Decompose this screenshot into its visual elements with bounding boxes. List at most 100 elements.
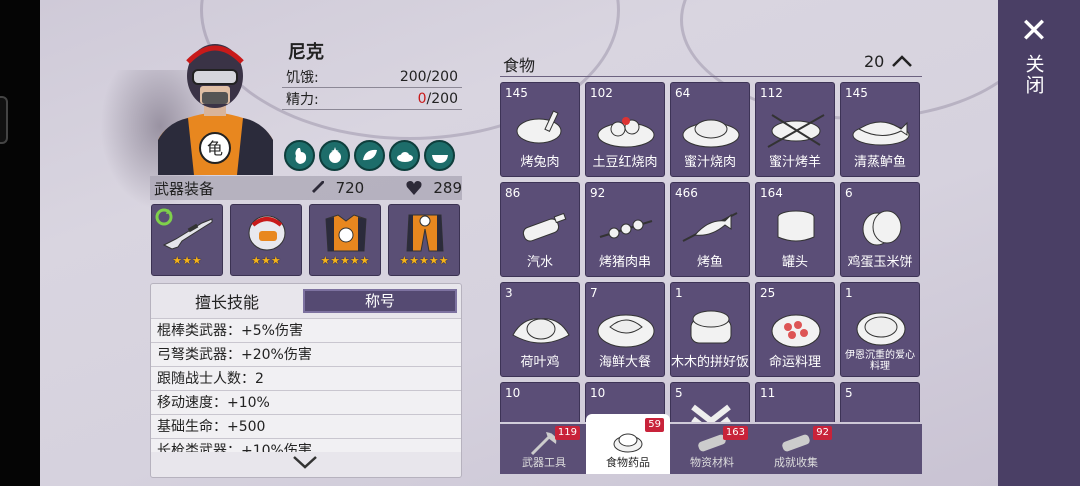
item-name: 汽水	[526, 255, 553, 270]
lotus-chicken-icon	[512, 318, 570, 344]
food-item[interactable]: 466 烤鱼	[670, 182, 750, 277]
item-count: 10	[505, 386, 521, 400]
item-count: 145	[505, 86, 528, 100]
log-collection-icon	[782, 434, 810, 452]
food-item[interactable]: 1 伊恩沉重的爱心料理	[840, 282, 920, 377]
item-count: 64	[675, 86, 691, 100]
mumu-meal-icon	[690, 310, 732, 344]
star-rating: ★★★★★	[399, 254, 449, 267]
food-item[interactable]: 92 烤猪肉串	[585, 182, 665, 277]
fate-cuisine-icon	[771, 314, 821, 348]
ian-love-dish-icon	[856, 312, 906, 346]
energy-value: 0/200	[418, 91, 458, 107]
tab-titles[interactable]: 称号	[303, 289, 457, 313]
skill-row: 长枪类武器：+10%伤害	[151, 438, 461, 452]
item-count: 5	[845, 386, 853, 400]
item-name: 木木的拼好饭	[671, 355, 750, 370]
skill-panel: 擅长技能 称号 棍棒类武器：+5%伤害 弓弩类武器：+20%伤害 跟随战士人数：…	[150, 283, 462, 478]
item-count: 86	[505, 186, 521, 200]
tab-label: 武器工具	[522, 456, 566, 469]
item-count: 3	[505, 286, 513, 300]
food-item[interactable]: 11	[755, 382, 835, 422]
food-item[interactable]: 5	[670, 382, 750, 422]
chevron-up-icon[interactable]	[890, 52, 914, 70]
equip-slot-rifle[interactable]: ★★★	[151, 204, 223, 276]
food-item[interactable]: 102 土豆红烧肉	[585, 82, 665, 177]
tab-food-medicine[interactable]: 59 食物药品	[586, 414, 670, 474]
equip-slot-helmet[interactable]: ★★★	[230, 204, 302, 276]
item-name: 烤鱼	[696, 255, 723, 270]
hunger-label: 饥饿:	[286, 69, 319, 86]
item-name: 命运料理	[768, 355, 821, 370]
roast-lamb-icon	[767, 114, 825, 148]
food-count: 20	[864, 52, 885, 71]
watermelon-icon	[764, 401, 828, 422]
food-item[interactable]: 10	[500, 382, 580, 422]
attack-value: 720	[335, 179, 365, 197]
item-count: 145	[845, 86, 868, 100]
food-grid: 145 烤兔肉 102 土豆红烧肉 64 蜜汁烧肉 112 蜜汁烤羊 145 清…	[500, 82, 922, 422]
food-item[interactable]: 7 海鲜大餐	[585, 282, 665, 377]
leaf-icon[interactable]	[354, 140, 385, 171]
weapon-equipment-header: 武器装备 720 289	[150, 176, 462, 200]
sushi-icon	[849, 401, 913, 422]
item-count: 164	[760, 186, 783, 200]
food-item[interactable]: 112 蜜汁烤羊	[755, 82, 835, 177]
pork-skewer-icon	[599, 219, 653, 239]
close-button[interactable]: ✕ 关闭	[1014, 14, 1054, 104]
tab-skills[interactable]: 擅长技能	[151, 289, 303, 313]
honey-pork-icon	[682, 119, 740, 148]
equip-slot-vest[interactable]: ★★★★★	[309, 204, 381, 276]
item-name: 罐头	[781, 255, 808, 270]
food-item[interactable]: 145 清蒸鲈鱼	[840, 82, 920, 177]
item-count: 92	[590, 186, 606, 200]
food-item[interactable]: 64 蜜汁烧肉	[670, 82, 750, 177]
steamed-fish-icon	[852, 121, 910, 146]
food-item[interactable]: 3 荷叶鸡	[500, 282, 580, 377]
helmet-icon	[248, 215, 286, 251]
food-item[interactable]: 145 烤兔肉	[500, 82, 580, 177]
hunger-stat: 饥饿: 200/200	[282, 66, 462, 88]
item-count: 6	[845, 186, 853, 200]
food-item[interactable]: 25 命运料理	[755, 282, 835, 377]
food-item[interactable]: 86 汽水	[500, 182, 580, 277]
star-rating: ★★★★★	[320, 254, 370, 267]
tab-label: 食物药品	[606, 456, 650, 469]
food-item[interactable]: 164 罐头	[755, 182, 835, 277]
food-item[interactable]: 6 鸡蛋玉米饼	[840, 182, 920, 277]
item-count: 10	[590, 386, 606, 400]
star-rating: ★★★	[251, 254, 281, 267]
hunger-value: 200/200	[399, 68, 458, 85]
item-count: 5	[675, 386, 683, 400]
screen-bezel	[0, 0, 40, 486]
tab-achievements[interactable]: 92 成就收集	[754, 424, 838, 474]
energy-current: 0	[417, 90, 427, 107]
dish-icon[interactable]	[389, 140, 420, 171]
food-item[interactable]: 5	[840, 382, 920, 422]
item-count: 112	[760, 86, 783, 100]
phone-edge	[0, 96, 8, 144]
bowl-icon[interactable]	[424, 140, 455, 171]
equip-slot-pants[interactable]: ★★★★★	[388, 204, 460, 276]
food-icon	[613, 433, 643, 453]
item-count: 1	[675, 286, 683, 300]
food-item[interactable]: 1 木木的拼好饭	[670, 282, 750, 377]
chevron-down-icon[interactable]	[291, 452, 319, 472]
buff-badges	[284, 140, 455, 171]
character-name: 尼克	[288, 42, 324, 63]
divider	[500, 76, 922, 77]
item-name: 清蒸鲈鱼	[853, 155, 906, 170]
character-portrait: 龟	[158, 44, 273, 175]
tab-materials[interactable]: 163 物资材料	[670, 424, 754, 474]
stomach-icon[interactable]	[284, 140, 315, 171]
skill-row: 基础生命：+500	[151, 414, 461, 438]
tab-weapons-tools[interactable]: 119 武器工具	[502, 424, 586, 474]
close-icon[interactable]: ✕	[1020, 14, 1049, 48]
tab-label: 物资材料	[690, 456, 734, 469]
item-name: 鸡蛋玉米饼	[847, 255, 913, 270]
skill-row: 跟随战士人数：2	[151, 366, 461, 390]
item-name: 海鲜大餐	[598, 355, 651, 370]
sparkle-face-icon[interactable]	[319, 140, 350, 171]
scroll-down-arrow-icon[interactable]	[679, 401, 743, 422]
roast-rabbit-icon	[516, 110, 562, 144]
